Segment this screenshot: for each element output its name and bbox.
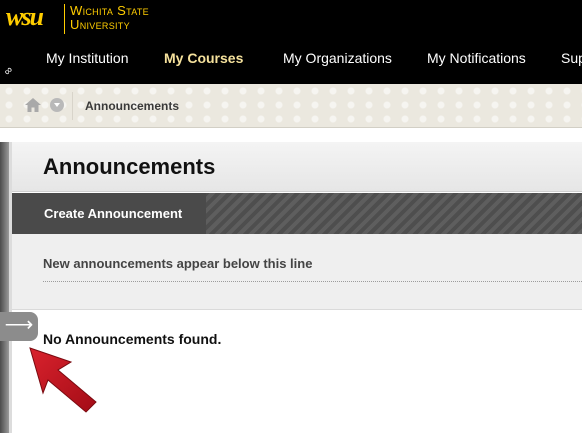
breadcrumb-current: Announcements	[85, 99, 180, 113]
chevron-down-icon[interactable]	[50, 98, 64, 112]
home-icon[interactable]	[25, 98, 41, 112]
nav-support-truncated[interactable]: Sup	[561, 44, 582, 72]
logo-wordmark: Wichita State University	[70, 4, 149, 32]
logo-line-2: University	[70, 17, 130, 32]
nav-my-institution[interactable]: My Institution	[46, 44, 128, 72]
university-logo[interactable]: wsu Wichita State University	[0, 0, 160, 38]
logo-line-1: Wichita State	[70, 3, 149, 18]
nav-my-notifications[interactable]: My Notifications	[427, 44, 526, 72]
nav-my-organizations[interactable]: My Organizations	[283, 44, 392, 72]
logo-mark: wsu	[6, 2, 44, 31]
dotted-divider	[43, 281, 582, 282]
main-navigation: My Institution My Courses My Organizatio…	[0, 44, 582, 72]
course-menu-rail	[0, 142, 9, 433]
announcements-info-text: New announcements appear below this line	[43, 256, 313, 271]
logo-divider	[64, 4, 65, 34]
nav-my-courses[interactable]: My Courses	[164, 44, 243, 72]
announcements-info-panel	[12, 234, 582, 310]
breadcrumb-divider	[72, 92, 73, 120]
page-title: Announcements	[43, 154, 216, 179]
create-announcement-button[interactable]: Create Announcement	[12, 193, 206, 234]
empty-announcements-message: No Announcements found.	[43, 331, 222, 347]
expand-course-menu-button[interactable]: ⟶	[0, 312, 38, 341]
